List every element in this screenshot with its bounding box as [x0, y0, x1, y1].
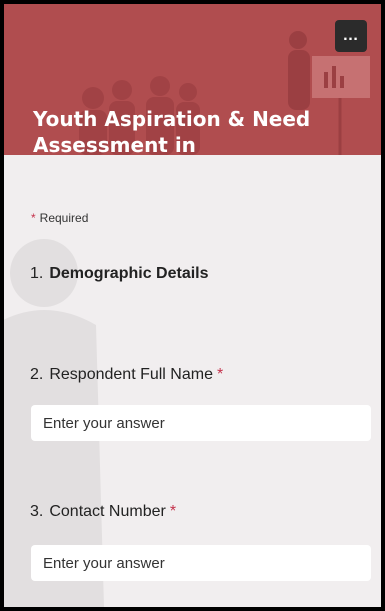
required-note: * Required — [31, 211, 88, 225]
required-star: * — [216, 366, 224, 383]
required-star: * — [31, 211, 36, 225]
form-title: Youth Aspiration & Need Assessment in Lu… — [33, 107, 311, 155]
question-number: 1. — [30, 265, 44, 282]
question-number: 3. — [30, 503, 44, 520]
question-text: Contact Number — [49, 503, 166, 520]
required-star: * — [169, 503, 177, 520]
respondent-name-input[interactable] — [31, 405, 371, 441]
question-number: 2. — [30, 366, 44, 383]
contact-number-input[interactable] — [31, 545, 371, 581]
form-header-banner: … Youth Aspiration & Need Assessment in … — [4, 4, 381, 155]
question-3-title: 3. Contact Number * — [30, 503, 176, 521]
question-2-title: 2. Respondent Full Name * — [30, 366, 223, 384]
question-1-title: 1. Demographic Details — [30, 265, 209, 283]
question-text: Demographic Details — [49, 265, 209, 282]
question-text: Respondent Full Name — [49, 366, 213, 383]
form-body: * Required 1. Demographic Details 2. Respon… — [4, 155, 381, 607]
required-label: Required — [39, 211, 89, 225]
more-options-button[interactable]: … — [335, 20, 367, 52]
form-window: … Youth Aspiration & Need Assessment in … — [4, 4, 381, 607]
